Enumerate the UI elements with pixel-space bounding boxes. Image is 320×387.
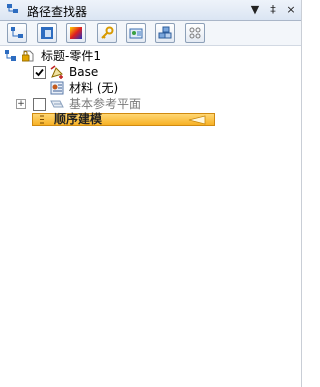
tree-hierarchy-icon <box>11 27 23 38</box>
base-checkbox[interactable] <box>33 66 46 79</box>
tree-hierarchy-icon <box>5 50 16 61</box>
reference-planes-checkbox[interactable] <box>33 98 46 111</box>
assembly-button[interactable] <box>155 23 175 43</box>
reference-plane-icon <box>50 100 64 108</box>
base-feature-icon <box>50 65 63 79</box>
color-view-button[interactable] <box>66 23 86 43</box>
path-finder-pane: 路径查找器 ▼ ‡ × 标题-零件1 Base 材料 (无) + 基本参考平面 … <box>0 0 302 387</box>
grid-view-icon <box>189 27 201 39</box>
close-icon[interactable]: × <box>284 2 298 17</box>
tree-item-label: 材料 (无) <box>69 81 119 95</box>
tree-item-label: Base <box>69 65 99 79</box>
color-view-icon <box>70 27 82 39</box>
material-icon <box>50 81 64 95</box>
rollbar-arrow-icon <box>188 115 206 125</box>
part-document-icon <box>22 50 34 62</box>
layout-view-button[interactable] <box>37 23 57 43</box>
image-view-icon <box>129 28 143 39</box>
title-bar: 路径查找器 ▼ ‡ × <box>0 0 301 21</box>
tree-root-row[interactable]: 标题-零件1 <box>0 48 301 64</box>
image-view-button[interactable] <box>126 23 146 43</box>
pane-border <box>301 0 302 387</box>
tree-root-label: 标题-零件1 <box>41 49 101 63</box>
tree-item-label: 基本参考平面 <box>69 97 142 111</box>
expand-icon[interactable]: + <box>16 99 26 109</box>
ordered-modeling-rollbar[interactable]: 顺序建模 <box>32 113 215 126</box>
tree-item-base-reference-planes[interactable]: + 基本参考平面 <box>0 96 301 112</box>
grid-view-button[interactable] <box>185 23 205 43</box>
toolbar <box>0 21 301 46</box>
tree-item-material[interactable]: 材料 (无) <box>0 80 301 96</box>
layout-view-icon <box>41 27 53 39</box>
feature-tree: 标题-零件1 Base 材料 (无) + 基本参考平面 顺序建模 <box>0 48 301 387</box>
tree-item-base[interactable]: Base <box>0 64 301 80</box>
key-button[interactable] <box>97 23 117 43</box>
drag-handle-icon[interactable] <box>39 115 45 124</box>
checkmark-icon <box>35 68 44 77</box>
key-icon <box>101 26 114 39</box>
pin-icon[interactable]: ‡ <box>266 2 280 17</box>
path-finder-icon <box>6 3 20 17</box>
tree-hierarchy-button[interactable] <box>7 23 27 43</box>
dropdown-icon[interactable]: ▼ <box>248 2 262 17</box>
pane-title: 路径查找器 <box>27 5 88 19</box>
rollbar-label: 顺序建模 <box>54 112 103 126</box>
assembly-icon <box>158 26 172 39</box>
